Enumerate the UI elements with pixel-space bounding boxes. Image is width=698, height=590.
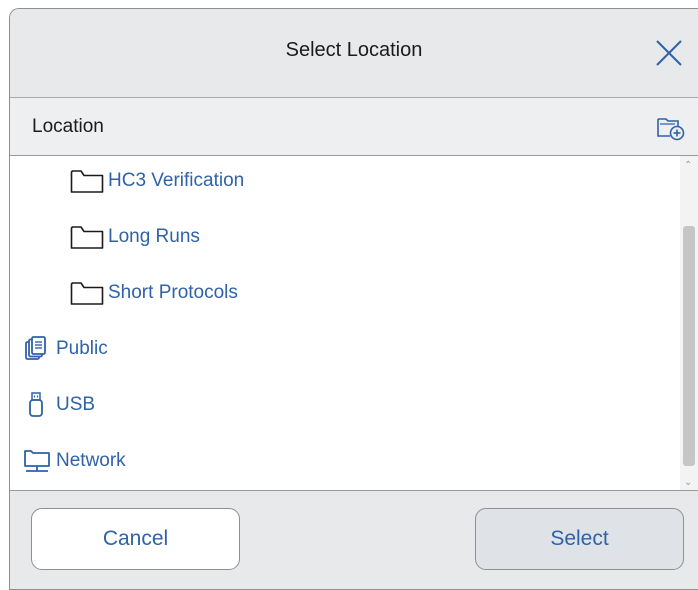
list-item-usb[interactable]: USB	[10, 380, 680, 430]
new-folder-icon	[657, 118, 685, 141]
list-item-short-protocols[interactable]: Short Protocols	[10, 268, 680, 318]
list-item-label: Public	[56, 338, 108, 359]
list-item-label: Short Protocols	[108, 282, 238, 303]
list-item-long-runs[interactable]: Long Runs	[10, 212, 680, 262]
list-item-public[interactable]: Public	[10, 324, 680, 374]
new-folder-button[interactable]	[656, 112, 686, 142]
scroll-up-icon[interactable]: ⌃	[684, 160, 692, 171]
usb-icon	[29, 392, 43, 417]
list-item-label: Network	[56, 450, 126, 471]
close-icon	[656, 40, 682, 66]
scroll-down-icon[interactable]: ⌄	[684, 477, 692, 488]
location-label: Location	[32, 116, 104, 137]
scrollbar-thumb[interactable]	[683, 226, 695, 466]
list-item-label: Long Runs	[108, 226, 200, 247]
location-header: Location	[10, 98, 698, 156]
select-button[interactable]: Select	[475, 508, 684, 570]
folder-icon	[70, 282, 104, 305]
cancel-button[interactable]: Cancel	[31, 508, 240, 570]
vertical-scrollbar[interactable]: ⌃ ⌄	[680, 156, 698, 490]
folder-icon	[70, 226, 104, 249]
folder-icon	[70, 170, 104, 193]
list-item-hc3-verification[interactable]: HC3 Verification	[10, 156, 680, 206]
dialog-titlebar: Select Location	[10, 9, 698, 98]
list-item-network[interactable]: Network	[10, 436, 680, 486]
dialog-footer: Cancel Select	[10, 491, 698, 589]
close-button[interactable]	[650, 34, 688, 72]
network-icon	[24, 450, 50, 472]
select-location-dialog: Select Location Location HC3 Verificatio…	[9, 8, 698, 590]
location-list[interactable]: HC3 Verification Long Runs Short Protoco…	[10, 156, 698, 491]
dialog-title: Select Location	[285, 39, 423, 61]
list-item-label: USB	[56, 394, 96, 415]
list-item-label: HC3 Verification	[108, 170, 245, 191]
public-icon	[25, 336, 46, 360]
